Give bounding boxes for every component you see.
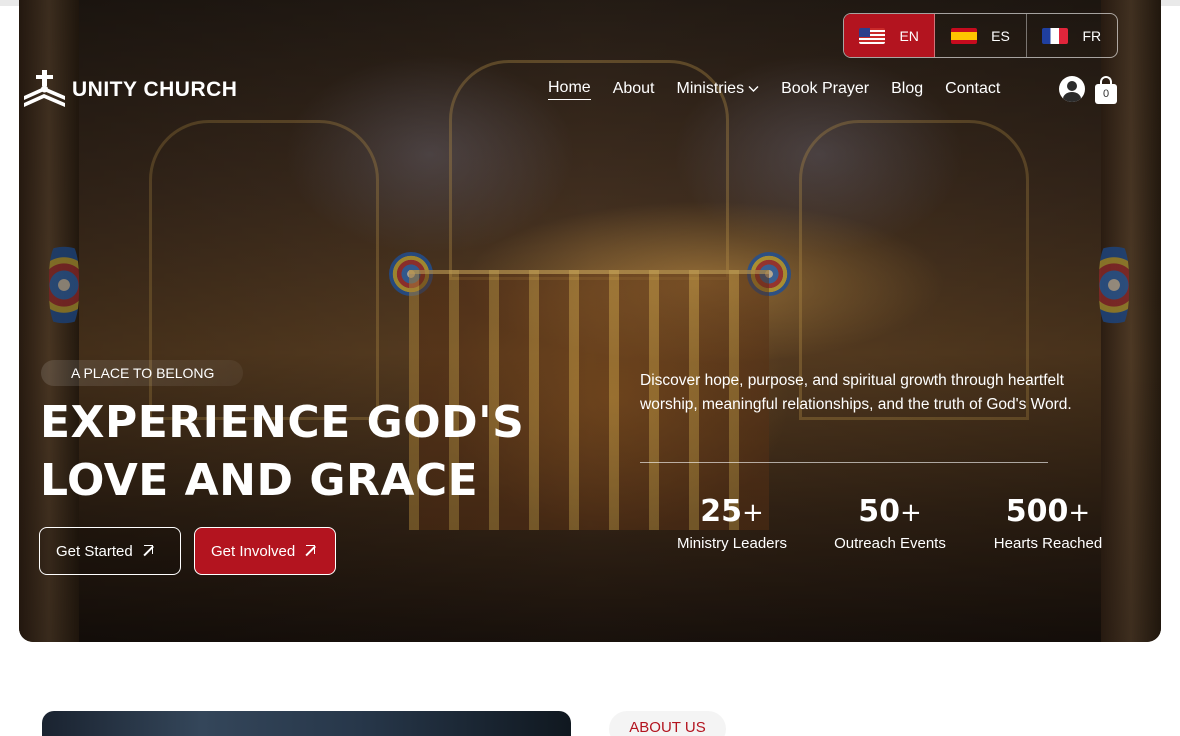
language-switcher: EN ES FR [843,13,1118,58]
cart-count: 0 [1102,88,1110,100]
arrow-up-right-icon [303,545,316,557]
stat-suffix: + [741,498,764,528]
stat-ministry-leaders: 25+ Ministry Leaders [657,494,807,552]
nav-ministries[interactable]: Ministries [677,80,760,100]
stat-value-wrap: 25+ [657,494,807,529]
stat-value-wrap: 50+ [815,494,965,529]
nav-blog[interactable]: Blog [891,80,923,100]
language-code: EN [899,27,919,44]
stat-label: Hearts Reached [993,535,1103,552]
stat-value: 25 [700,494,742,529]
nav-about[interactable]: About [613,80,655,100]
nav-home[interactable]: Home [548,79,591,100]
stat-suffix: + [1068,498,1091,528]
language-es[interactable]: ES [935,14,1027,57]
nav-ministries-label: Ministries [676,79,745,97]
nav-book-prayer[interactable]: Book Prayer [781,80,869,100]
stat-suffix: + [899,498,922,528]
about-us-tag: ABOUT US [609,711,726,736]
stat-label: Outreach Events [834,535,946,552]
hero-description: Discover hope, purpose, and spiritual gr… [640,372,1072,413]
hero-headline: EXPERIENCE GOD'S LOVE AND GRACE [40,397,525,506]
shopping-bag-icon[interactable]: 0 [1095,76,1117,104]
stat-value: 500 [1005,494,1069,529]
site-logo[interactable]: UNITY CHURCH [22,70,237,110]
stat-value: 50 [858,494,900,529]
get-involved-label: Get Involved [211,542,296,560]
stat-label: Ministry Leaders [676,535,788,552]
user-account-icon[interactable] [1059,76,1085,102]
language-en[interactable]: EN [844,14,936,57]
cross-logo-icon [24,70,65,107]
language-code: FR [1082,27,1102,44]
hero-divider [640,462,1048,463]
france-flag-icon [1042,27,1069,44]
get-started-button[interactable]: Get Started [39,527,181,575]
hero-eyebrow: A PLACE TO BELONG [41,360,243,386]
us-flag-icon [859,27,886,44]
get-involved-button[interactable]: Get Involved [194,527,336,575]
get-started-label: Get Started [56,542,133,560]
arrow-up-right-icon [141,545,153,557]
stat-value-wrap: 500+ [973,494,1123,529]
brand-name: UNITY CHURCH [72,78,238,101]
main-nav: Home About Ministries Book Prayer Blog C… [548,79,1000,100]
nav-contact[interactable]: Contact [945,80,1000,100]
stat-hearts-reached: 500+ Hearts Reached [973,494,1123,552]
about-image [42,711,571,736]
language-code: ES [991,27,1010,44]
spain-flag-icon [951,27,978,44]
language-fr[interactable]: FR [1027,14,1117,57]
stat-outreach-events: 50+ Outreach Events [815,494,965,552]
chevron-down-icon [748,85,759,92]
